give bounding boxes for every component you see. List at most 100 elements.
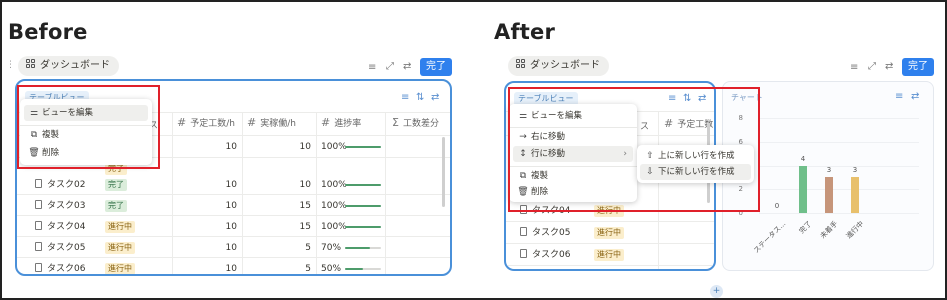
page-icon <box>520 227 527 236</box>
column-header-actual[interactable]: # 実稼働/h <box>247 116 296 129</box>
data-label: 4 <box>800 154 806 163</box>
filter-icon[interactable]: ≡ <box>401 92 409 104</box>
cell-progress[interactable]: 100% <box>321 179 347 191</box>
progress-fill <box>345 146 381 148</box>
cell-actual[interactable]: 10 <box>257 179 311 191</box>
page-icon <box>35 221 42 230</box>
chart-bar[interactable] <box>799 165 807 213</box>
cell-progress[interactable]: 100% <box>321 221 347 233</box>
row-name: タスク02 <box>47 180 86 190</box>
column-header-diff[interactable]: Σ 工数差分 <box>392 116 439 129</box>
cell-actual[interactable]: 10 <box>257 141 311 153</box>
gridline <box>759 213 919 214</box>
row-divider <box>17 194 450 195</box>
row-title[interactable]: タスク06 <box>520 249 570 261</box>
page-icon <box>520 249 527 258</box>
cell-progress[interactable]: 100% <box>321 141 347 153</box>
filter-icon[interactable]: ≡ <box>368 62 376 74</box>
progress-bar <box>345 184 381 186</box>
done-button[interactable]: 完了 <box>420 58 452 76</box>
row-title[interactable]: タスク04 <box>35 221 85 233</box>
dashboard-pill[interactable]: ダッシュボード <box>18 56 119 76</box>
column-header-progress[interactable]: # 進捗率 <box>321 116 361 129</box>
row-title[interactable]: タスク03 <box>35 200 85 212</box>
row-title[interactable]: タスク05 <box>35 242 85 254</box>
row-divider <box>17 236 450 237</box>
row-name: タスク03 <box>47 201 86 211</box>
cell-planned[interactable]: 10 <box>187 263 237 274</box>
status-tag[interactable]: 完了 <box>105 179 127 191</box>
row-title[interactable]: タスク06 <box>35 263 85 274</box>
row-name: タスク06 <box>532 250 571 260</box>
grid-icon <box>516 59 526 69</box>
chart-bar[interactable] <box>851 177 859 213</box>
data-label: 3 <box>852 166 858 175</box>
dashboard-pill[interactable]: ダッシュボード <box>508 56 609 76</box>
sort-icon[interactable]: ⇅ <box>416 92 424 104</box>
status-tag[interactable]: 進行中 <box>594 227 624 239</box>
progress-fill <box>345 226 381 228</box>
cell-planned[interactable]: 10 <box>187 179 237 191</box>
add-widget-button[interactable]: + <box>710 285 723 298</box>
grid-icon <box>26 59 36 69</box>
status-tag[interactable]: 完了 <box>105 200 127 212</box>
cell-planned[interactable]: 10 <box>187 200 237 212</box>
row-title[interactable]: タスク05 <box>520 227 570 239</box>
status-tag[interactable]: 進行中 <box>594 249 624 261</box>
cell-actual[interactable]: 5 <box>257 242 311 254</box>
progress-fill <box>345 205 381 207</box>
row-divider <box>506 243 714 244</box>
progress-bar <box>345 146 381 148</box>
filter-icon[interactable]: ≡ <box>850 62 858 74</box>
gridline <box>759 189 919 191</box>
cell-planned[interactable]: 10 <box>187 242 237 254</box>
progress-bar <box>345 268 381 270</box>
progress-fill <box>345 247 371 249</box>
row-divider <box>506 265 714 266</box>
page-icon <box>35 242 42 251</box>
page-icon <box>35 179 42 188</box>
cell-actual[interactable]: 5 <box>257 263 311 274</box>
dashboard-label: ダッシュボード <box>40 60 110 71</box>
data-label: 0 <box>774 202 780 210</box>
row-divider <box>17 215 450 216</box>
cell-planned[interactable]: 10 <box>187 221 237 233</box>
progress-fill <box>345 184 381 186</box>
dashboard-label: ダッシュボード <box>530 60 600 71</box>
data-label: 3 <box>826 166 832 175</box>
drag-handle[interactable]: ⋮ <box>6 60 15 70</box>
cell-progress[interactable]: 70% <box>321 242 341 254</box>
cell-progress[interactable]: 50% <box>321 263 341 274</box>
status-tag[interactable]: 進行中 <box>105 263 135 274</box>
status-tag[interactable]: 進行中 <box>105 221 135 233</box>
cell-planned[interactable]: 10 <box>187 141 237 153</box>
row-title[interactable]: タスク02 <box>35 179 85 191</box>
settings-icon[interactable]: ⇄ <box>431 92 439 104</box>
settings-icon[interactable]: ⇄ <box>885 61 893 73</box>
page-icon <box>35 263 42 272</box>
cell-progress[interactable]: 100% <box>321 200 347 212</box>
after-heading: After <box>494 20 556 44</box>
highlight-box <box>508 87 760 212</box>
row-divider <box>17 257 450 258</box>
cell-actual[interactable]: 15 <box>257 200 311 212</box>
progress-fill <box>345 268 363 270</box>
progress-bar <box>345 205 381 207</box>
row-divider <box>506 221 714 222</box>
gridline <box>759 118 919 119</box>
before-heading: Before <box>8 20 88 44</box>
row-name: タスク05 <box>532 228 571 238</box>
status-tag[interactable]: 進行中 <box>105 242 135 254</box>
column-header-planned[interactable]: # 予定工数/h <box>177 116 235 129</box>
vertical-scrollbar[interactable] <box>442 137 445 207</box>
highlight-box <box>17 85 160 169</box>
progress-bar <box>345 226 381 228</box>
expand-icon[interactable]: ⤢ <box>868 61 876 73</box>
settings-icon[interactable]: ⇄ <box>403 61 411 73</box>
gridline <box>759 165 919 167</box>
done-button[interactable]: 完了 <box>902 58 934 76</box>
expand-icon[interactable]: ⤢ <box>386 61 394 73</box>
chart-bar[interactable] <box>825 177 833 213</box>
gridline <box>759 141 919 143</box>
cell-actual[interactable]: 15 <box>257 221 311 233</box>
